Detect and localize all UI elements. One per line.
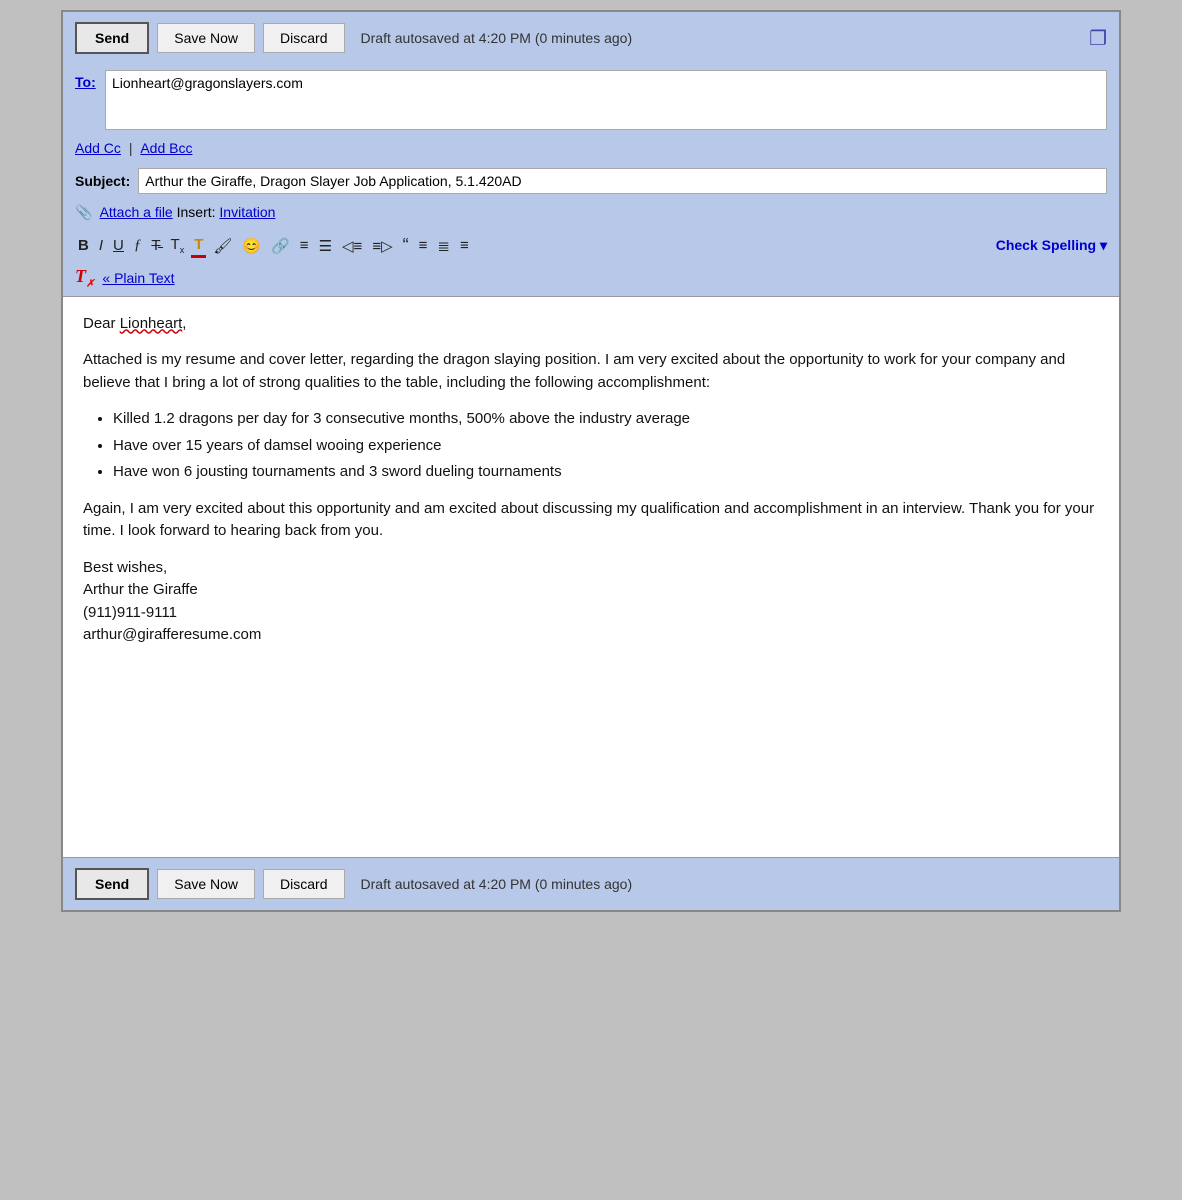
emoticon-button[interactable]: 😊	[239, 235, 264, 257]
invitation-link[interactable]: Invitation	[219, 204, 275, 220]
bullet-item-2: Have over 15 years of damsel wooing expe…	[113, 435, 1099, 458]
add-cc-link[interactable]: Add Cc	[75, 140, 121, 156]
add-bcc-link[interactable]: Add Bcc	[140, 140, 192, 156]
plain-text-link[interactable]: « Plain Text	[102, 270, 174, 286]
email-closing: Best wishes, Arthur the Giraffe (911)911…	[83, 557, 1099, 647]
discard-button-top[interactable]: Discard	[263, 23, 344, 53]
bullet-item-3: Have won 6 jousting tournaments and 3 sw…	[113, 461, 1099, 484]
send-button-bottom[interactable]: Send	[75, 868, 149, 900]
format-toolbar: B I U ƒ T̵ Tx T 🖌 😊 🔗 ≡ ☰ ◁≡ ≡▷ “ ≡ ≣ ≡ …	[63, 227, 1119, 264]
bold-button[interactable]: B	[75, 235, 92, 256]
link-button[interactable]: 🔗	[268, 235, 293, 257]
cc-bcc-row: Add Cc | Add Bcc	[63, 136, 1119, 164]
paperclip-icon: 📎	[75, 204, 92, 220]
indent-less-button[interactable]: ◁≡	[339, 235, 365, 257]
email-greeting: Dear Lionheart,	[83, 313, 1099, 336]
autosave-status: Draft autosaved at 4:20 PM (0 minutes ag…	[361, 30, 633, 46]
numbered-list-button[interactable]: ≡	[297, 235, 312, 256]
compose-window: Send Save Now Discard Draft autosaved at…	[61, 10, 1121, 912]
align-center-button[interactable]: ≣	[434, 235, 453, 257]
bullet-item-1: Killed 1.2 dragons per day for 3 consecu…	[113, 408, 1099, 431]
to-row: To:	[63, 64, 1119, 136]
discard-button-bottom[interactable]: Discard	[263, 869, 344, 899]
to-input[interactable]	[105, 70, 1107, 130]
indent-more-button[interactable]: ≡▷	[369, 235, 395, 257]
email-bullet-list: Killed 1.2 dragons per day for 3 consecu…	[113, 408, 1099, 484]
email-paragraph1: Attached is my resume and cover letter, …	[83, 349, 1099, 394]
attach-row: 📎 Attach a file Insert: Invitation	[63, 198, 1119, 227]
subject-label: Subject:	[75, 173, 130, 189]
insert-label: Insert:	[177, 204, 220, 220]
cc-bcc-separator: |	[129, 140, 137, 156]
autosave-status-bottom: Draft autosaved at 4:20 PM (0 minutes ag…	[361, 876, 633, 892]
remove-formatting-icon: T✗	[75, 266, 94, 290]
to-label: To:	[75, 70, 105, 90]
save-button-top[interactable]: Save Now	[157, 23, 255, 53]
align-right-button[interactable]: ≡	[457, 235, 472, 256]
blockquote-button[interactable]: “	[400, 233, 412, 258]
top-toolbar: Send Save Now Discard Draft autosaved at…	[63, 12, 1119, 64]
recipient-name: Lionheart	[120, 315, 183, 332]
font-script-button[interactable]: ƒ	[131, 235, 145, 256]
email-body[interactable]: Dear Lionheart, Attached is my resume an…	[63, 297, 1119, 857]
plain-text-row: T✗ « Plain Text	[63, 264, 1119, 297]
strikethrough-button[interactable]: T̵	[148, 235, 163, 256]
underline-button[interactable]: U	[110, 235, 127, 256]
send-button-top[interactable]: Send	[75, 22, 149, 54]
subject-row: Subject:	[63, 164, 1119, 198]
bullet-list-button[interactable]: ☰	[316, 235, 335, 257]
expand-icon[interactable]: ❐	[1089, 26, 1107, 51]
email-paragraph2: Again, I am very excited about this oppo…	[83, 498, 1099, 543]
attach-file-link[interactable]: Attach a file	[100, 204, 173, 220]
bottom-toolbar: Send Save Now Discard Draft autosaved at…	[63, 857, 1119, 910]
subscript-button[interactable]: Tx	[168, 234, 188, 257]
italic-button[interactable]: I	[96, 235, 106, 256]
save-button-bottom[interactable]: Save Now	[157, 869, 255, 899]
font-color-button[interactable]: T	[191, 234, 206, 258]
align-left-button[interactable]: ≡	[416, 235, 431, 256]
check-spelling-button[interactable]: Check Spelling ▾	[996, 237, 1107, 254]
subject-input[interactable]	[138, 168, 1107, 194]
highlight-button[interactable]: 🖌	[210, 235, 235, 257]
